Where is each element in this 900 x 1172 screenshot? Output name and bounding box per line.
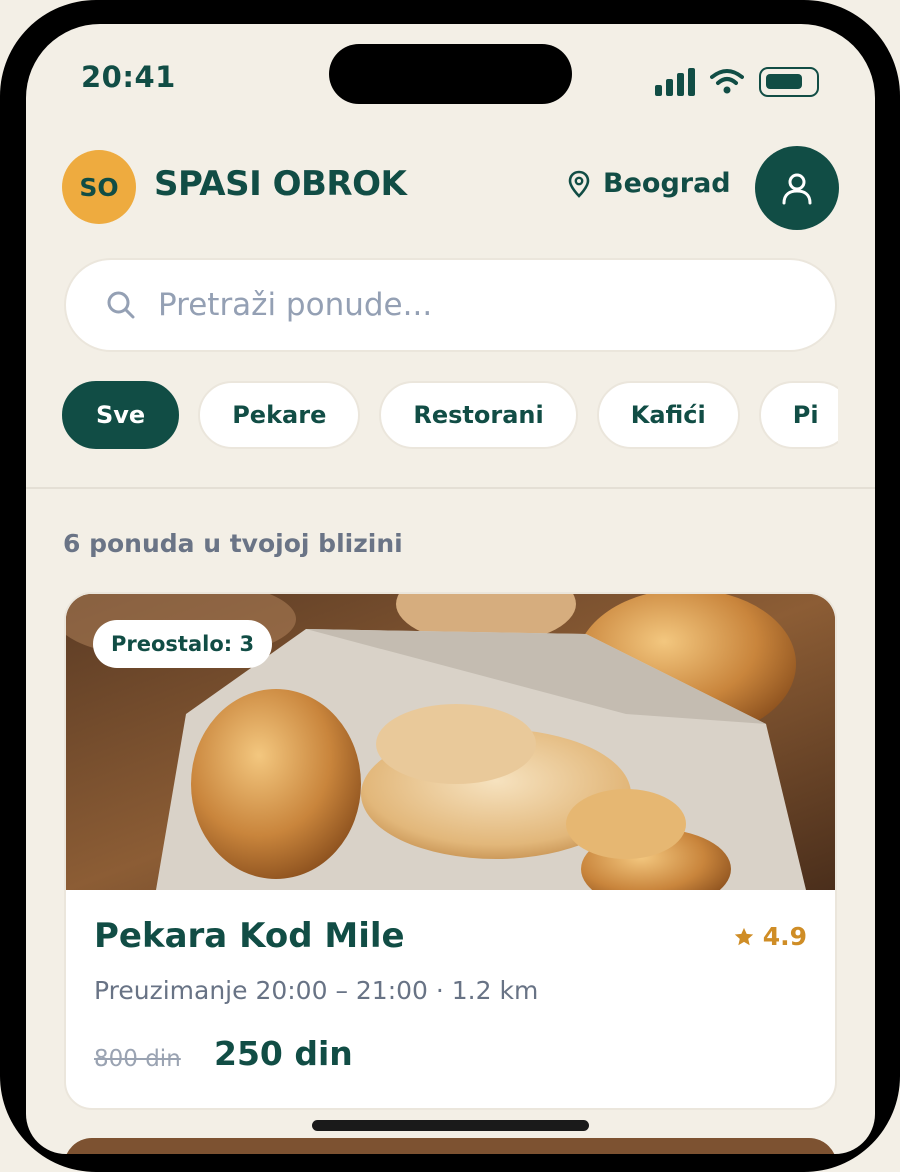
category-chip-pekare[interactable]: Pekare [198,381,361,449]
app-screen: 20:41 SO SPASI OBROK Beograd Pretraži po… [26,24,875,1154]
category-chip-kafici[interactable]: Kafići [596,381,740,449]
home-indicator [312,1120,589,1131]
battery-icon [759,67,819,97]
results-count: 6 ponuda u tvojoj blizini [63,529,403,558]
pickup-info: Preuzimanje 20:00 – 21:00 · 1.2 km [94,976,539,1005]
rating-value: 4.9 [762,922,807,951]
rating: 4.9 [733,922,807,951]
new-price: 250 din [214,1034,353,1073]
signal-icon [655,68,695,96]
category-chip-partial[interactable]: Pi [758,381,838,449]
dynamic-island [329,44,572,104]
search-icon [107,291,135,319]
search-bar[interactable] [64,258,837,352]
location-label: Beograd [603,168,731,199]
app-title: SPASI OBROK [154,164,407,204]
user-icon [782,173,812,205]
wifi-icon [710,69,744,94]
category-chip-sve[interactable]: Sve [62,381,180,449]
offer-card[interactable]: Preostalo: 3 Pekara Kod Mile 4.9 Preuzim… [64,592,837,1110]
profile-button[interactable] [755,146,839,230]
status-time: 20:41 [81,60,176,94]
category-filter: Sve Pekare Restorani Kafići Pi [62,381,838,451]
remaining-badge: Preostalo: 3 [93,620,273,668]
phone-frame: 20:41 SO SPASI OBROK Beograd Pretraži po… [0,0,900,1172]
search-input[interactable] [156,286,776,324]
offer-name: Pekara Kod Mile [94,916,405,956]
location-selector[interactable]: Beograd [567,168,731,199]
logo-badge: SO [62,150,136,224]
map-pin-icon [568,170,590,198]
category-chip-restorani[interactable]: Restorani [379,381,578,449]
star-icon [734,927,753,945]
divider [26,487,875,489]
next-offer-card-peek[interactable] [64,1138,837,1154]
old-price: 800 din [94,1046,181,1072]
